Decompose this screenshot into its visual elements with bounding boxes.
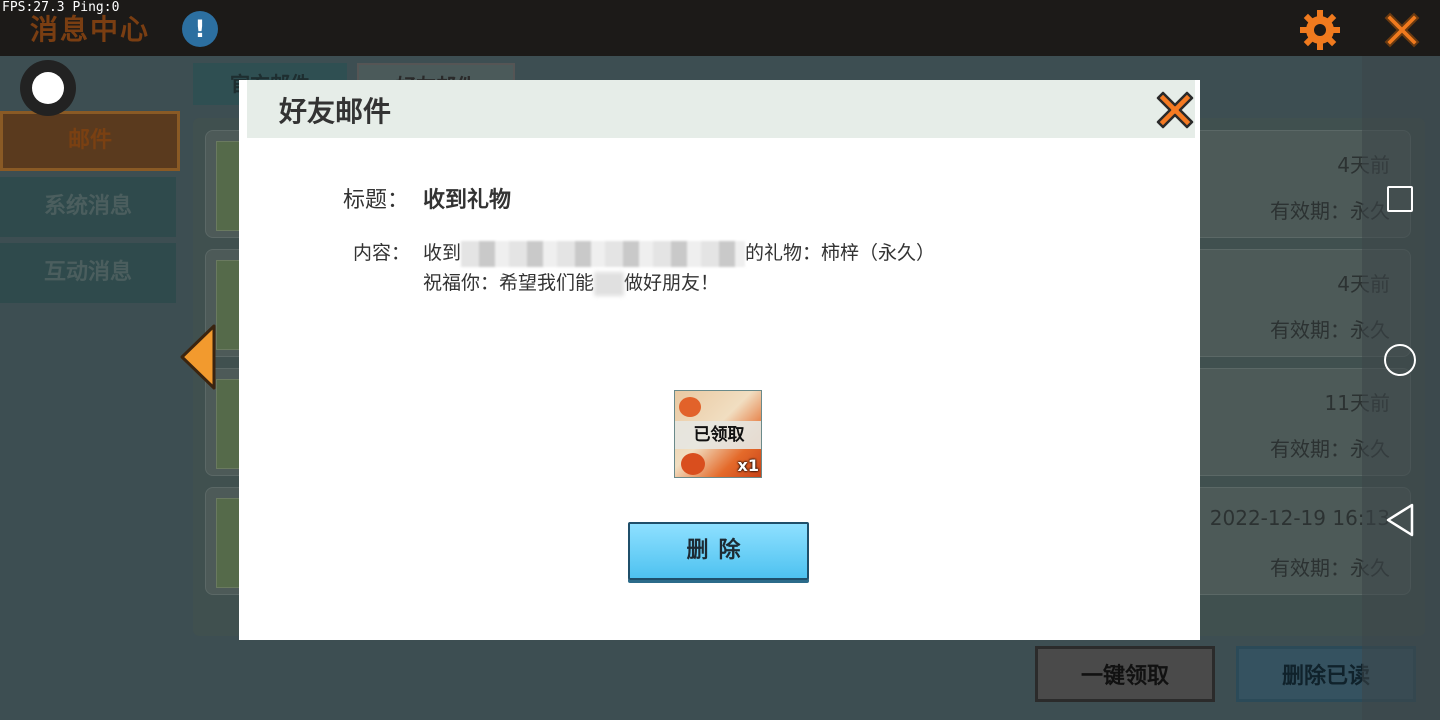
back-icon[interactable]: [1384, 502, 1416, 538]
subject-value: 收到礼物: [423, 188, 512, 213]
redacted-text: [594, 271, 625, 296]
dialog-header: 好友邮件: [247, 80, 1195, 138]
gear-icon[interactable]: [1298, 8, 1342, 52]
home-icon[interactable]: [1384, 344, 1416, 376]
friend-mail-dialog: 好友邮件 标题： 收到礼物 内容： 收到 的礼物：柿梓（永久） 祝福你：希望我们能…: [239, 80, 1200, 640]
gift-item[interactable]: 已领取 x1: [674, 390, 762, 478]
content-text: 的礼物：柿梓（永久）: [745, 242, 936, 264]
close-icon[interactable]: [1380, 8, 1424, 52]
claim-all-button[interactable]: 一键领取: [1035, 646, 1215, 702]
content-line-2: 祝福你：希望我们能 做好朋友！: [423, 268, 719, 296]
info-button[interactable]: !: [182, 11, 218, 47]
fps-readout: FPS:27.3 Ping:0: [2, 0, 120, 15]
content-text: 收到: [423, 242, 462, 264]
sidebar-item-system-messages[interactable]: 系统消息: [0, 177, 176, 237]
content-text: 祝福你：希望我们能: [423, 272, 595, 294]
delete-button[interactable]: 删除: [628, 522, 809, 580]
exclamation-icon: !: [194, 15, 206, 43]
top-bar: 消息中心 !: [0, 0, 1440, 56]
system-nav-bar: [1362, 56, 1440, 720]
floating-assist-button[interactable]: [20, 60, 76, 116]
dialog-title: 好友邮件: [279, 95, 392, 128]
gift-claimed-label: 已领取: [675, 421, 761, 449]
arrow-left-icon[interactable]: [178, 324, 218, 390]
content-line-1: 收到 的礼物：柿梓（永久）: [423, 238, 935, 267]
persimmon-icon: [679, 397, 701, 417]
subject-label: 标题：: [343, 188, 410, 213]
sidebar-item-mail[interactable]: 邮件: [0, 111, 180, 171]
persimmon-icon: [681, 453, 705, 475]
sidebar-item-interaction-messages[interactable]: 互动消息: [0, 243, 176, 303]
gift-quantity: x1: [737, 456, 759, 475]
close-icon[interactable]: [1153, 88, 1197, 132]
redacted-name: [461, 240, 746, 267]
content-label: 内容：: [353, 242, 411, 264]
recent-apps-icon[interactable]: [1387, 186, 1413, 212]
content-text: 做好朋友！: [624, 272, 720, 294]
